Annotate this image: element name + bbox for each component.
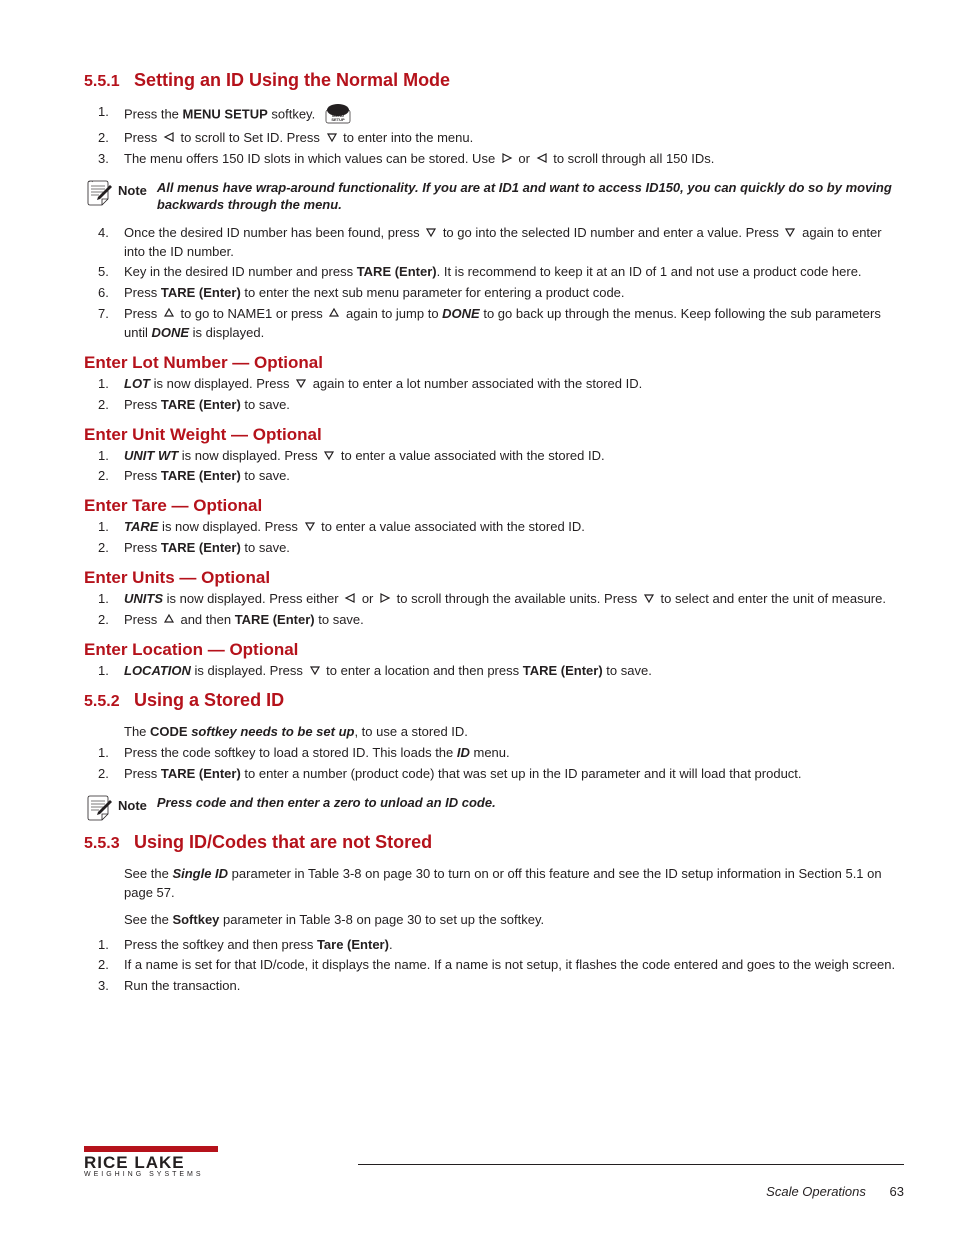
note-text: Press code and then enter a zero to unlo… bbox=[157, 792, 904, 812]
up-arrow-icon bbox=[163, 613, 175, 625]
menu-setup-key-icon: MENU SETUP bbox=[323, 103, 353, 127]
steps-5-5-1-cont: 4. Once the desired ID number has been f… bbox=[84, 224, 904, 343]
down-arrow-icon bbox=[304, 520, 316, 532]
note-icon bbox=[84, 792, 112, 822]
steps-5-5-1: 1. Press the MENU SETUP softkey. MENU SE… bbox=[84, 103, 904, 169]
list-item: 3. Run the transaction. bbox=[124, 977, 904, 996]
steps-unitwt: 1. UNIT WT is now displayed. Press to en… bbox=[84, 447, 904, 487]
svg-text:SETUP: SETUP bbox=[331, 117, 345, 122]
list-item: 2. If a name is set for that ID/code, it… bbox=[124, 956, 904, 975]
list-item: 1. Press the MENU SETUP softkey. MENU SE… bbox=[124, 103, 904, 127]
left-arrow-icon bbox=[536, 152, 548, 164]
steps-lot: 1. LOT is now displayed. Press again to … bbox=[84, 375, 904, 415]
subheading-lot: Enter Lot Number — Optional bbox=[84, 353, 904, 373]
logo: RICE LAKE WEIGHING SYSTEMS bbox=[84, 1146, 218, 1178]
section-title: Using ID/Codes that are not Stored bbox=[134, 832, 432, 852]
note-label: Note bbox=[118, 177, 151, 198]
down-arrow-icon bbox=[643, 592, 655, 604]
down-arrow-icon bbox=[326, 131, 338, 143]
section-title: Using a Stored ID bbox=[134, 690, 284, 710]
down-arrow-icon bbox=[323, 449, 335, 461]
steps-tare: 1. TARE is now displayed. Press to enter… bbox=[84, 518, 904, 558]
up-arrow-icon bbox=[328, 307, 340, 319]
list-item: 1. LOT is now displayed. Press again to … bbox=[124, 375, 904, 394]
list-item: 2. Press TARE (Enter) to save. bbox=[124, 539, 904, 558]
right-arrow-icon bbox=[379, 592, 391, 604]
section-number: 5.5.2 bbox=[84, 693, 120, 710]
down-arrow-icon bbox=[309, 664, 321, 676]
right-arrow-icon bbox=[501, 152, 513, 164]
note-block-2: Note Press code and then enter a zero to… bbox=[84, 792, 904, 822]
note-block-1: Note All menus have wrap-around function… bbox=[84, 177, 904, 214]
up-arrow-icon bbox=[163, 307, 175, 319]
list-item: 2. Press and then TARE (Enter) to save. bbox=[124, 611, 904, 630]
list-item: 3. The menu offers 150 ID slots in which… bbox=[124, 150, 904, 169]
down-arrow-icon bbox=[295, 377, 307, 389]
section-number: 5.5.1 bbox=[84, 73, 120, 90]
left-arrow-icon bbox=[344, 592, 356, 604]
heading-5-5-2: 5.5.2 Using a Stored ID bbox=[84, 690, 904, 711]
subheading-units: Enter Units — Optional bbox=[84, 568, 904, 588]
section-title: Setting an ID Using the Normal Mode bbox=[134, 70, 450, 90]
page-number: 63 bbox=[890, 1184, 904, 1199]
list-item: 5. Key in the desired ID number and pres… bbox=[124, 263, 904, 282]
section-number: 5.5.3 bbox=[84, 835, 120, 852]
list-item: 1. Press the code softkey to load a stor… bbox=[124, 744, 904, 763]
list-item: 1. TARE is now displayed. Press to enter… bbox=[124, 518, 904, 537]
subheading-unitwt: Enter Unit Weight — Optional bbox=[84, 425, 904, 445]
down-arrow-icon bbox=[425, 226, 437, 238]
left-arrow-icon bbox=[163, 131, 175, 143]
heading-5-5-1: 5.5.1 Setting an ID Using the Normal Mod… bbox=[84, 70, 904, 91]
note-label: Note bbox=[118, 792, 151, 813]
body-text: The CODE softkey needs to be set up, to … bbox=[124, 723, 904, 742]
note-icon bbox=[84, 177, 112, 207]
steps-5-5-2: 1. Press the code softkey to load a stor… bbox=[84, 744, 904, 784]
steps-units: 1. UNITS is now displayed. Press either … bbox=[84, 590, 904, 630]
down-arrow-icon bbox=[784, 226, 796, 238]
list-item: 2. Press to scroll to Set ID. Press to e… bbox=[124, 129, 904, 148]
list-item: 2. Press TARE (Enter) to save. bbox=[124, 467, 904, 486]
subheading-tare: Enter Tare — Optional bbox=[84, 496, 904, 516]
body-text: See the Single ID parameter in Table 3-8… bbox=[124, 865, 904, 903]
list-item: 6. Press TARE (Enter) to enter the next … bbox=[124, 284, 904, 303]
subheading-location: Enter Location — Optional bbox=[84, 640, 904, 660]
list-item: 2. Press TARE (Enter) to enter a number … bbox=[124, 765, 904, 784]
list-item: 4. Once the desired ID number has been f… bbox=[124, 224, 904, 262]
list-item: 1. LOCATION is displayed. Press to enter… bbox=[124, 662, 904, 681]
body-text: See the Softkey parameter in Table 3-8 o… bbox=[124, 911, 904, 930]
list-item: 2. Press TARE (Enter) to save. bbox=[124, 396, 904, 415]
list-item: 1. Press the softkey and then press Tare… bbox=[124, 936, 904, 955]
page-footer: RICE LAKE WEIGHING SYSTEMS Scale Operati… bbox=[84, 1146, 904, 1199]
footer-text: Scale Operations 63 bbox=[84, 1178, 904, 1199]
note-text: All menus have wrap-around functionality… bbox=[157, 177, 904, 214]
steps-location: 1. LOCATION is displayed. Press to enter… bbox=[84, 662, 904, 681]
list-item: 1. UNIT WT is now displayed. Press to en… bbox=[124, 447, 904, 466]
list-item: 7. Press to go to NAME1 or press again t… bbox=[124, 305, 904, 343]
heading-5-5-3: 5.5.3 Using ID/Codes that are not Stored bbox=[84, 832, 904, 853]
steps-5-5-3: 1. Press the softkey and then press Tare… bbox=[84, 936, 904, 997]
list-item: 1. UNITS is now displayed. Press either … bbox=[124, 590, 904, 609]
